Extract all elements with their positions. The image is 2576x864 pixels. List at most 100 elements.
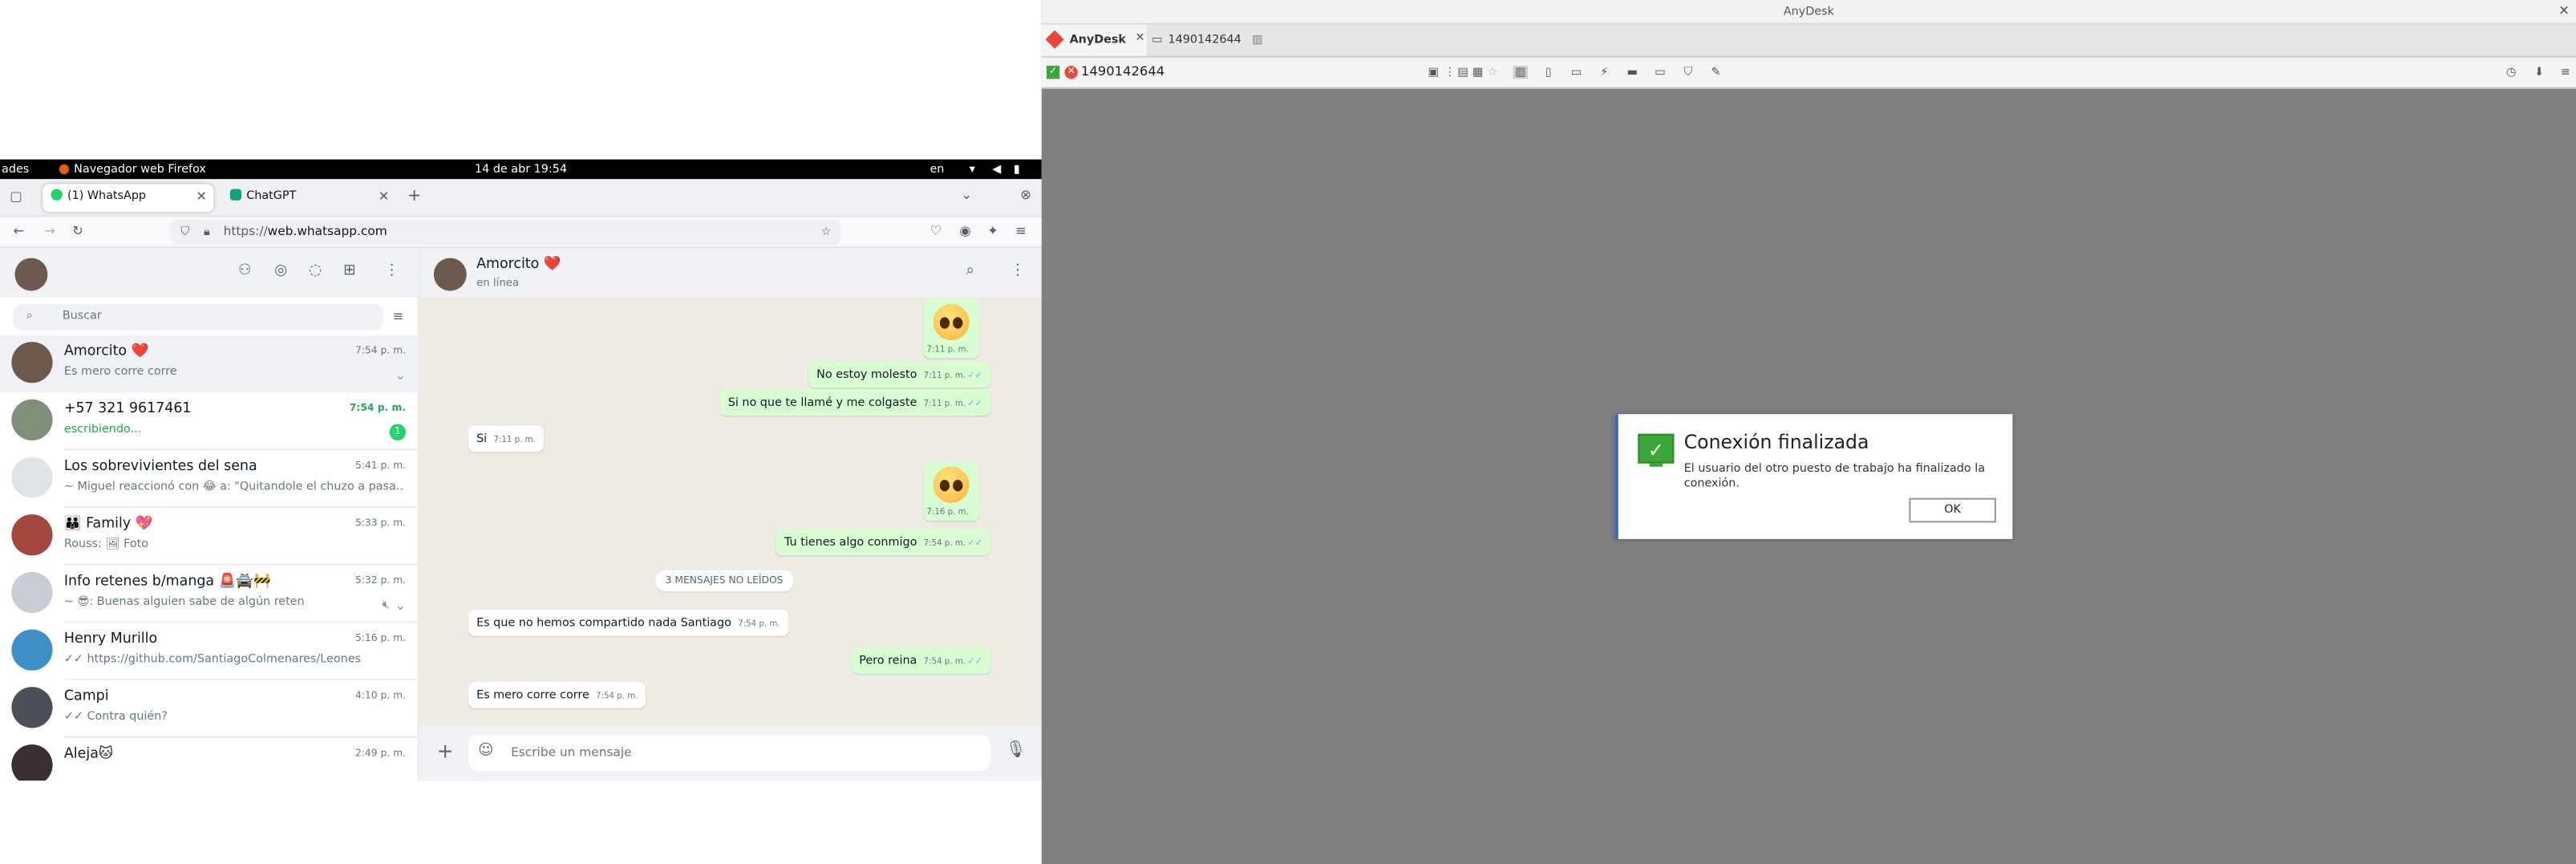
chat-icon[interactable]: ▭: [1569, 66, 1583, 79]
bookmark-star-icon[interactable]: ☆: [821, 225, 832, 238]
menu-dots-icon[interactable]: ⋮: [1011, 263, 1025, 279]
contact-status: en línea: [476, 276, 520, 290]
activities-label[interactable]: ades: [2, 163, 29, 176]
wifi-icon[interactable]: ▾: [970, 163, 975, 176]
battery-icon[interactable]: ▮: [1014, 163, 1020, 176]
search-icon[interactable]: ⌕: [966, 263, 974, 279]
new-tab-icon[interactable]: +: [407, 188, 421, 206]
chat-item[interactable]: 👪 Family 💖 Rouss: 🖼 Foto 5:33 p. m.: [0, 508, 418, 566]
whiteboard-pen-icon[interactable]: ✎: [1708, 66, 1723, 79]
close-window-icon[interactable]: ✕: [2558, 3, 2570, 18]
communities-icon[interactable]: ⚇: [238, 263, 252, 279]
close-tab-icon[interactable]: ✕: [379, 189, 390, 204]
chatgpt-favicon: [229, 189, 242, 201]
search-input[interactable]: ⌕ Buscar: [13, 303, 383, 331]
file-transfer-icon[interactable]: ▤: [1456, 66, 1470, 79]
avatar: [11, 342, 53, 383]
chat-item[interactable]: Aleja🐱 2:49 p. m.: [0, 738, 417, 781]
unread-badge: 1: [389, 424, 406, 440]
avatar: [11, 571, 53, 614]
firefox-tab-bar: ▢ (1) WhatsApp ✕ ChatGPT ✕ + ⌄ ⊗: [0, 179, 1042, 217]
close-tab-icon[interactable]: ✕: [1136, 31, 1145, 44]
menu-icon[interactable]: ≡: [2558, 66, 2573, 79]
clipboard-icon[interactable]: ▦: [1470, 66, 1484, 79]
read-ticks-icon: ✓✓: [967, 657, 983, 667]
clock[interactable]: 14 de abr 19:54: [475, 163, 567, 176]
history-icon[interactable]: ◷: [2504, 66, 2518, 79]
monitor-select-icon[interactable]: ▭: [1653, 66, 1667, 79]
chat-list-header: ⚇ ◎ ◌ ⊞ ⋮: [0, 248, 418, 298]
contact-name: Amorcito ❤️: [476, 256, 561, 274]
address-field[interactable]: 1490142644: [1081, 64, 1164, 79]
forward-icon[interactable]: →: [44, 224, 55, 238]
extensions-icon[interactable]: ✦: [987, 224, 998, 238]
menu-icon[interactable]: ≡: [1015, 224, 1027, 238]
chat-item[interactable]: Amorcito ❤️ Es mero corre corre 7:54 p. …: [0, 335, 418, 393]
chat-item[interactable]: +57 321 9617461 escribiendo... 7:54 p. m…: [0, 393, 418, 451]
actions-icon[interactable]: ⚡: [1597, 66, 1611, 79]
volume-icon[interactable]: ◀: [992, 163, 1001, 176]
unread-divider: 3 MENSAJES NO LEÍDOS: [655, 570, 793, 592]
tab-session[interactable]: ▭ 1490142644: [1147, 25, 1249, 56]
filter-icon[interactable]: ≡: [393, 309, 404, 323]
verified-icon: ✓: [1046, 65, 1060, 79]
tab-list-icon[interactable]: ▢: [10, 189, 22, 204]
message-bubble: Tu tienes algo conmigo 7:54 p. m. ✓✓: [776, 529, 991, 556]
message-input[interactable]: ☺ Escribe un mensaje: [468, 734, 991, 771]
microphone-icon[interactable]: 🎙︎: [1006, 741, 1027, 760]
attach-plus-icon[interactable]: +: [437, 740, 454, 763]
group-avatar: [11, 456, 53, 498]
firefox-icon: [59, 164, 70, 175]
monitor-icon: ▭: [1151, 32, 1163, 47]
app-menu[interactable]: Navegador web Firefox: [59, 163, 206, 176]
tab-chatgpt[interactable]: ChatGPT ✕: [222, 184, 396, 212]
input-icon[interactable]: ▯: [1541, 66, 1555, 79]
new-chat-icon[interactable]: ⊞: [343, 263, 355, 279]
keyboard-icon[interactable]: ▬: [1625, 66, 1639, 79]
account-icon[interactable]: ◉: [959, 224, 970, 238]
favorite-star-icon[interactable]: ☆: [1485, 66, 1500, 79]
pocket-icon[interactable]: ♡: [930, 224, 942, 238]
privacy-icon[interactable]: ⛉: [1681, 66, 1695, 79]
input-language[interactable]: en: [930, 163, 944, 176]
close-window-icon[interactable]: ⊗: [1020, 188, 1031, 202]
dialog-title: Conexión finalizada: [1683, 430, 1869, 454]
conversation-header[interactable]: Amorcito ❤️ en línea ⌕ ⋮: [419, 248, 1042, 298]
view-mode-icon[interactable]: ▥: [1513, 65, 1529, 79]
pleading-face-emoji: [933, 466, 970, 503]
new-session-icon[interactable]: ▥: [1252, 33, 1263, 46]
chat-item[interactable]: Los sobrevivientes del sena ~ Miguel rea…: [0, 450, 418, 508]
list-all-tabs-icon[interactable]: ⌄: [961, 188, 972, 202]
download-icon[interactable]: ⬇: [2532, 66, 2546, 79]
composer-bar: + ☺ Escribe un mensaje 🎙︎: [419, 724, 1042, 781]
close-tab-icon[interactable]: ✕: [196, 189, 207, 204]
chat-item[interactable]: Campi ✓✓ Contra quién? 4:10 p. m.: [0, 680, 418, 738]
profile-avatar[interactable]: [14, 258, 48, 291]
whatsapp-favicon: [51, 189, 63, 201]
chevron-down-icon[interactable]: ⌄: [395, 368, 406, 383]
reload-icon[interactable]: ↻: [72, 224, 83, 238]
channels-icon[interactable]: ◌: [309, 263, 322, 279]
display-icon[interactable]: ▣: [1426, 66, 1440, 79]
chat-item[interactable]: Henry Murillo ✓✓ https://github.com/Sant…: [0, 623, 418, 681]
menu-dots-icon[interactable]: ⋮: [384, 263, 399, 279]
url-bar[interactable]: ⛉ 🔒︎ https://web.whatsapp.com ☆: [171, 220, 841, 245]
message-bubble: Pero reina 7:54 p. m. ✓✓: [850, 647, 991, 674]
avatar: [11, 629, 53, 671]
chevron-down-icon[interactable]: ⌄: [395, 598, 406, 613]
shield-icon[interactable]: ⛉: [180, 225, 189, 240]
message-bubble: Si 7:11 p. m.: [468, 425, 545, 452]
chat-item[interactable]: Info retenes b/manga 🚨🚔🚧 ~ 😎: Buenas alg…: [0, 566, 418, 623]
status-icon[interactable]: ◎: [274, 263, 287, 279]
avatar: [11, 399, 53, 440]
conversation-panel: Amorcito ❤️ en línea ⌕ ⋮ 7:11 p. m. No e…: [419, 248, 1042, 781]
back-icon[interactable]: ←: [13, 224, 24, 238]
tab-whatsapp[interactable]: (1) WhatsApp ✕: [43, 184, 214, 213]
contact-avatar[interactable]: [433, 258, 467, 291]
emoji-icon[interactable]: ☺: [478, 743, 493, 759]
emoji-message: 7:16 p. m.: [923, 461, 979, 521]
ok-button[interactable]: OK: [1909, 497, 1996, 523]
lock-icon[interactable]: 🔒︎: [204, 225, 210, 240]
avatar: [11, 687, 53, 728]
tab-anydesk-home[interactable]: AnyDesk ✕: [1041, 24, 1147, 56]
